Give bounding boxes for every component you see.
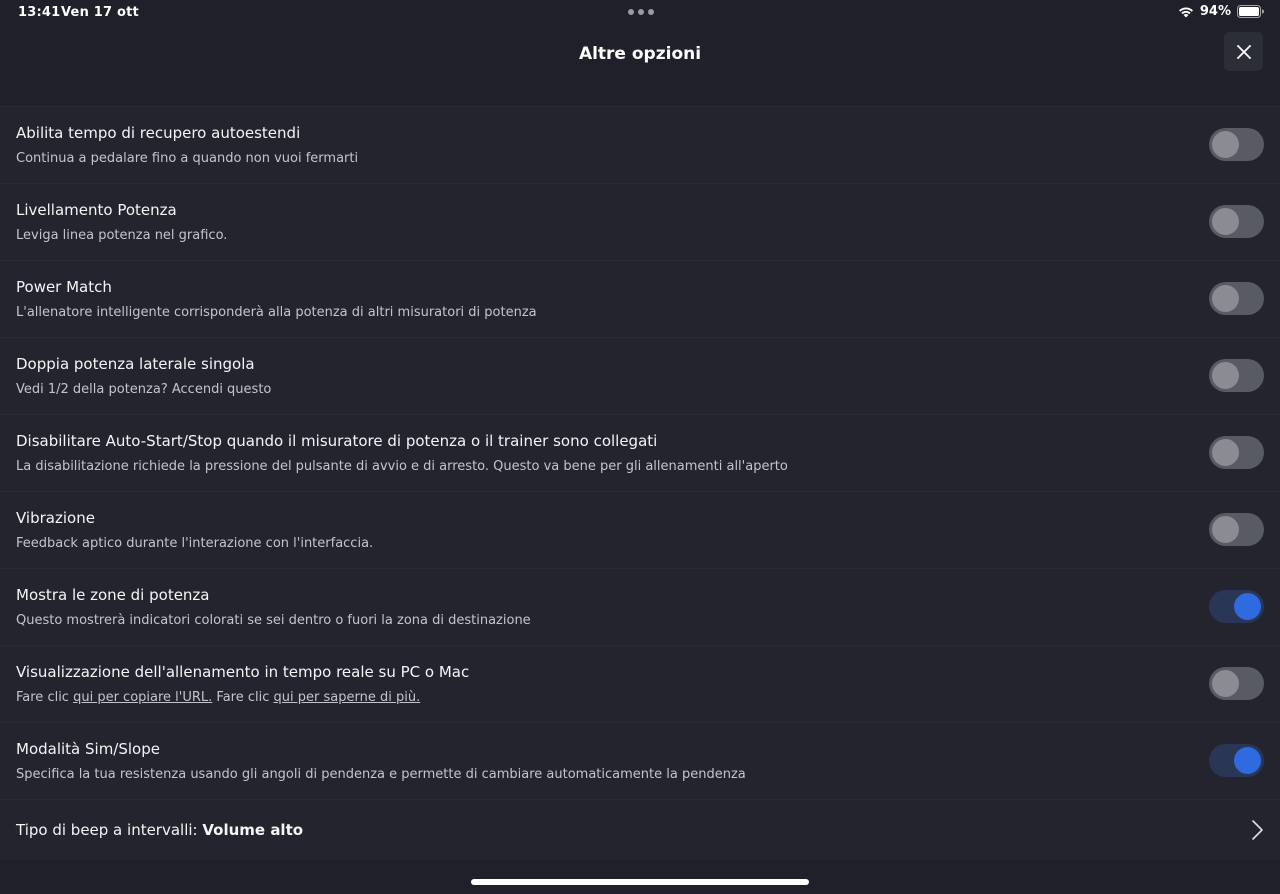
status-time: 13:41 <box>18 5 61 20</box>
close-button[interactable] <box>1224 32 1263 71</box>
double-single-side-power-toggle[interactable] <box>1209 359 1264 392</box>
beep-type-label: Tipo di beep a intervalli: Volume alto <box>16 821 303 839</box>
beep-type-row[interactable]: Tipo di beep a intervalli: Volume alto <box>0 800 1280 860</box>
battery-percentage: 94% <box>1199 4 1231 19</box>
setting-row-power-match: Power Match L'allenatore intelligente co… <box>0 261 1280 338</box>
page-title: Altre opzioni <box>578 44 702 64</box>
setting-row-power-smoothing: Livellamento Potenza Leviga linea potenz… <box>0 184 1280 261</box>
setting-row-disable-auto-start-stop: Disabilitare Auto-Start/Stop quando il m… <box>0 415 1280 492</box>
status-bar: 13:41 Ven 17 ott 94% <box>0 0 1280 26</box>
status-right: 94% <box>1178 4 1264 19</box>
setting-title: Power Match <box>16 278 112 296</box>
close-icon <box>1236 44 1251 59</box>
setting-title: Doppia potenza laterale singola <box>16 355 255 373</box>
live-view-toggle[interactable] <box>1209 667 1264 700</box>
recovery-autoextend-toggle[interactable] <box>1209 128 1264 161</box>
setting-description: Fare clic qui per copiare l'URL. Fare cl… <box>16 690 420 705</box>
setting-description: Continua a pedalare fino a quando non vu… <box>16 151 359 166</box>
disable-auto-start-stop-toggle[interactable] <box>1209 436 1264 469</box>
multitasking-dots-icon[interactable] <box>628 9 654 15</box>
sim-slope-toggle[interactable] <box>1209 744 1264 777</box>
chevron-right-icon <box>1252 820 1263 840</box>
vibration-toggle[interactable] <box>1209 513 1264 546</box>
status-date: Ven 17 ott <box>61 5 139 20</box>
setting-row-double-single-side-power: Doppia potenza laterale singola Vedi 1/2… <box>0 338 1280 415</box>
setting-row-live-view: Visualizzazione dell'allenamento in temp… <box>0 646 1280 723</box>
setting-description: La disabilitazione richiede la pressione… <box>16 459 788 474</box>
home-indicator[interactable] <box>471 879 809 885</box>
setting-row-sim-slope: Modalità Sim/Slope Specifica la tua resi… <box>0 723 1280 800</box>
setting-row-vibration: Vibrazione Feedback aptico durante l'int… <box>0 492 1280 569</box>
setting-title: Disabilitare Auto-Start/Stop quando il m… <box>16 432 658 450</box>
setting-title: Mostra le zone di potenza <box>16 586 210 604</box>
settings-list: Abilita tempo di recupero autoestendi Co… <box>0 106 1280 860</box>
setting-title: Visualizzazione dell'allenamento in temp… <box>16 663 470 681</box>
setting-row-power-zones: Mostra le zone di potenza Questo mostrer… <box>0 569 1280 646</box>
power-smoothing-toggle[interactable] <box>1209 205 1264 238</box>
setting-row-recovery-autoextend: Abilita tempo di recupero autoestendi Co… <box>0 107 1280 184</box>
beep-type-value: Volume alto <box>202 821 304 839</box>
wifi-icon <box>1178 7 1193 17</box>
beep-type-prefix: Tipo di beep a intervalli: <box>16 821 203 839</box>
copy-url-link[interactable]: qui per copiare l'URL. <box>73 690 212 705</box>
power-zones-toggle[interactable] <box>1209 590 1264 623</box>
learn-more-link[interactable]: qui per saperne di più. <box>274 690 421 705</box>
header: Altre opzioni <box>0 26 1280 106</box>
setting-description: Questo mostrerà indicatori colorati se s… <box>16 613 531 628</box>
setting-title: Vibrazione <box>16 509 95 527</box>
setting-title: Modalità Sim/Slope <box>16 740 160 758</box>
battery-icon <box>1237 5 1264 18</box>
setting-description: Feedback aptico durante l'interazione co… <box>16 536 374 551</box>
setting-description: Specifica la tua resistenza usando gli a… <box>16 767 746 782</box>
power-match-toggle[interactable] <box>1209 282 1264 315</box>
live-view-prefix-2: Fare clic <box>212 690 274 705</box>
setting-title: Abilita tempo di recupero autoestendi <box>16 124 301 142</box>
setting-title: Livellamento Potenza <box>16 201 177 219</box>
live-view-prefix-1: Fare clic <box>16 690 74 705</box>
setting-description: L'allenatore intelligente corrisponderà … <box>16 305 537 320</box>
setting-description: Vedi 1/2 della potenza? Accendi questo <box>16 382 272 397</box>
setting-description: Leviga linea potenza nel grafico. <box>16 228 228 243</box>
